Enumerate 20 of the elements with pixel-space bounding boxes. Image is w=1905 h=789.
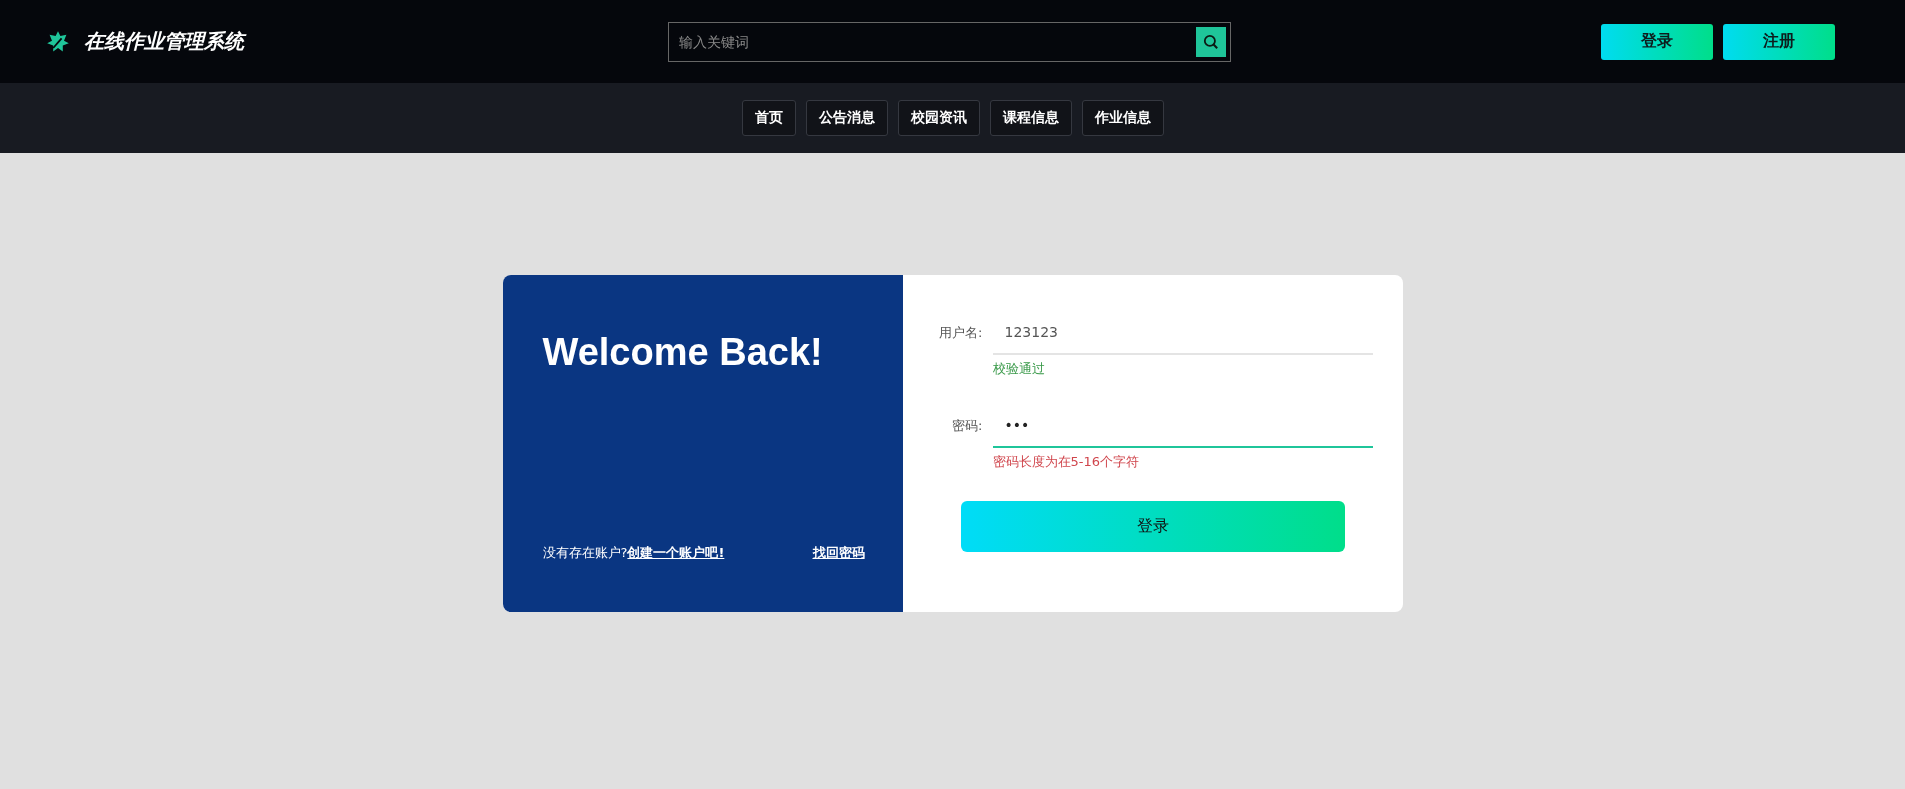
- nav-tab[interactable]: 课程信息: [989, 100, 1072, 136]
- validation-message: 密码长度为在5-16个字符: [992, 453, 1140, 471]
- validation-message: 校验通过: [992, 360, 1046, 378]
- welcome-title: Welcome Back!: [542, 331, 824, 374]
- nav-tab[interactable]: 首页: [741, 100, 796, 136]
- nav-tab[interactable]: 校园资讯: [897, 100, 980, 136]
- login-button[interactable]: 登录: [960, 501, 1345, 552]
- field-label: 用户名:: [938, 324, 983, 342]
- no-account-text: 没有存在账户?: [542, 545, 628, 560]
- forgot-password-link[interactable]: 找回密码: [812, 544, 865, 562]
- search-button[interactable]: [1196, 26, 1226, 57]
- header-button[interactable]: 登录: [1601, 23, 1713, 60]
- header-button[interactable]: 注册: [1723, 23, 1835, 60]
- field-label: 密码:: [951, 417, 983, 435]
- register-link[interactable]: 创建一个账户吧!: [627, 545, 725, 560]
- nav-tab[interactable]: 作业信息: [1081, 100, 1164, 136]
- search-field[interactable]: 输入关键词: [677, 32, 1196, 51]
- search-bar[interactable]: 输入关键词: [668, 21, 1231, 62]
- nav-tab[interactable]: 公告消息: [805, 100, 888, 136]
- search-icon: [1202, 32, 1220, 51]
